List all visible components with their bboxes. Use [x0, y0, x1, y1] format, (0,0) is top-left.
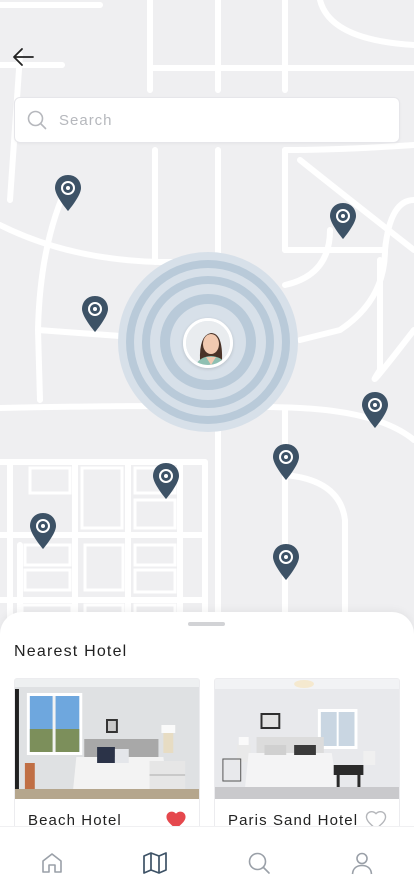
search-bar[interactable] [14, 97, 400, 143]
hotel-card[interactable]: Beach Hotel [14, 678, 200, 828]
map-screen: Nearest Hotel [0, 0, 414, 896]
user-avatar[interactable] [183, 318, 233, 368]
map-pin-icon[interactable] [272, 443, 300, 481]
tab-home[interactable] [32, 849, 72, 877]
arrow-left-icon [13, 48, 34, 66]
search-icon [27, 110, 47, 130]
map-pin-icon[interactable] [272, 543, 300, 581]
hotel-card-list[interactable]: Beach Hotel Paris Sand Hotel [14, 678, 414, 828]
profile-icon [351, 852, 373, 875]
map-pin-icon[interactable] [81, 295, 109, 333]
map-icon [143, 852, 168, 874]
hotel-photo [215, 679, 399, 799]
hotel-card[interactable]: Paris Sand Hotel [214, 678, 400, 828]
search-icon [248, 852, 270, 874]
section-title: Nearest Hotel [14, 643, 128, 660]
map-pin-icon[interactable] [329, 202, 357, 240]
map-pin-icon[interactable] [29, 512, 57, 550]
back-button[interactable] [10, 46, 36, 68]
map-pin-icon[interactable] [361, 391, 389, 429]
tab-profile[interactable] [342, 849, 382, 877]
search-input[interactable] [59, 111, 359, 129]
home-icon [41, 853, 62, 873]
sheet-drag-handle[interactable] [188, 622, 225, 626]
hotel-photo [15, 679, 199, 799]
tab-search[interactable] [239, 849, 279, 877]
map-pin-icon[interactable] [152, 462, 180, 500]
tab-map[interactable] [135, 849, 175, 877]
map-pin-icon[interactable] [54, 174, 82, 212]
bottom-tab-bar [0, 826, 414, 896]
